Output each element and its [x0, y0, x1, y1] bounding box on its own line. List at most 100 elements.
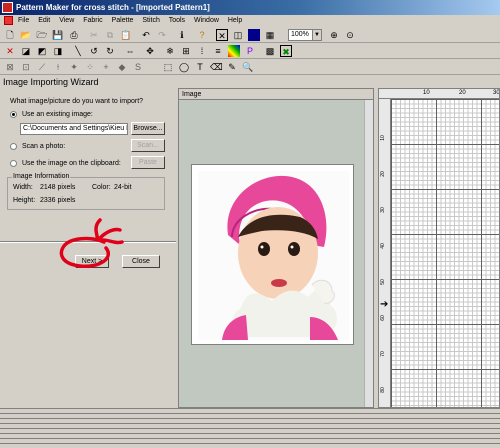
eraser-icon[interactable]: ⌫	[210, 61, 223, 73]
height-value: 2336 pixels	[40, 197, 76, 204]
ruler-tick: 30	[379, 207, 386, 213]
row-marker-arrow-icon: ➔	[380, 299, 389, 310]
help-icon[interactable]: ?	[196, 29, 208, 41]
lasso-icon[interactable]: ◯	[178, 61, 190, 73]
drawing-toolbar: ⊠ ⊡ ⟋ ⟊ ✦ ⁘ + ◆ S ⬚ ◯ T ⌫ ✎ 🔍	[0, 59, 500, 75]
zoom-value: 100%	[291, 31, 309, 38]
fill-cross-icon[interactable]: ⊠	[4, 61, 16, 73]
ruler-left: 10 20 30 40 50 60 70 80 ➔	[379, 99, 391, 407]
pan-icon[interactable]: ✥	[144, 45, 156, 57]
document-icon[interactable]	[4, 15, 13, 25]
knot-icon[interactable]: ⁘	[84, 61, 96, 73]
view-symbols-icon[interactable]: ▦	[264, 29, 276, 41]
undo-icon[interactable]: ↶	[140, 29, 152, 41]
magnifier-icon[interactable]: 🔍	[242, 61, 254, 73]
paste-button[interactable]: Paste	[131, 156, 165, 169]
snake-icon[interactable]: S	[132, 61, 144, 73]
pattern-keys-icon[interactable]: P	[244, 45, 256, 57]
mirror-icon[interactable]: ⇔	[124, 45, 136, 57]
open-pattern-icon[interactable]: 🗁	[36, 29, 48, 41]
quarter-stitch-icon[interactable]: ◩	[36, 45, 48, 57]
ruler-tick: 10	[379, 135, 386, 141]
color-square-icon[interactable]: ▩	[264, 45, 276, 57]
print-icon[interactable]: ⎙	[68, 29, 80, 41]
save-icon[interactable]: 💾	[52, 29, 64, 41]
menu-edit[interactable]: Edit	[38, 17, 50, 24]
text-icon[interactable]: T	[194, 61, 206, 73]
menu-stitch[interactable]: Stitch	[142, 17, 160, 24]
wizard-title: Image Importing Wizard	[3, 77, 99, 87]
eyedropper-icon[interactable]: ✎	[226, 61, 238, 73]
snowflake-icon[interactable]: ❄	[164, 45, 176, 57]
image-panel-title: Image	[179, 89, 373, 100]
window-titlebar: Pattern Maker for cross stitch - [Import…	[0, 0, 500, 15]
close-button[interactable]: Close	[122, 255, 160, 268]
plus-icon[interactable]: +	[100, 61, 112, 73]
stitch-toolbar: ✕ ◪ ◩ ◨ ╲ ↺ ↻ ⇔ ✥ ❄ ⊞ ⁞ ≡ P ▩ ✖	[0, 43, 500, 59]
imported-photo	[191, 164, 354, 345]
half-stitch-icon[interactable]: ◪	[20, 45, 32, 57]
star-icon[interactable]: ✦	[68, 61, 80, 73]
copy-icon[interactable]: ⧉	[104, 29, 116, 41]
paste-icon[interactable]: 📋	[120, 29, 132, 41]
menu-tools[interactable]: Tools	[169, 17, 185, 24]
cross-select-icon[interactable]: ✖	[280, 45, 292, 57]
view-blocks-icon[interactable]	[248, 29, 260, 41]
redo-icon[interactable]: ↷	[156, 29, 168, 41]
chevron-down-icon[interactable]: ▼	[312, 30, 321, 40]
select-rect-icon[interactable]: ⬚	[162, 61, 174, 73]
radio-clipboard[interactable]	[10, 160, 17, 167]
menu-view[interactable]: View	[59, 17, 74, 24]
menu-palette[interactable]: Palette	[112, 17, 134, 24]
scan-photo-label: Scan a photo:	[22, 143, 66, 150]
ruler-tick: 30	[493, 90, 500, 96]
rotate-right-icon[interactable]: ↻	[104, 45, 116, 57]
scan-button[interactable]: Scan...	[131, 139, 165, 152]
half-fill-icon[interactable]: ⊡	[20, 61, 32, 73]
dots-icon[interactable]: ⁞	[196, 45, 208, 57]
zoom-in-icon[interactable]: ⊕	[328, 29, 340, 41]
view-pattern-icon[interactable]: ◫	[232, 29, 244, 41]
cut-icon[interactable]: ✂	[88, 29, 100, 41]
menu-file[interactable]: File	[18, 17, 29, 24]
ruler-tick: 50	[379, 279, 386, 285]
backstitch-icon[interactable]: ╲	[72, 45, 84, 57]
ruler-tick: 10	[423, 90, 430, 96]
info-icon[interactable]: ℹ	[176, 29, 188, 41]
color-label: Color:	[92, 184, 111, 191]
palette-icon[interactable]	[228, 45, 240, 57]
image-path-input[interactable]: C:\Documents and Settings\Kieu Ph	[20, 123, 128, 135]
app-icon	[2, 2, 13, 13]
menu-window[interactable]: Window	[194, 17, 219, 24]
cross-stitch-icon[interactable]: ✕	[216, 29, 228, 41]
ruler-tick: 40	[379, 243, 386, 249]
red-circle-annotation	[59, 218, 124, 268]
zoom-fit-icon[interactable]: ⊙	[344, 29, 356, 41]
width-label: Width:	[13, 184, 33, 191]
anchor-icon[interactable]: ⟊	[52, 61, 64, 73]
image-scrollbar[interactable]	[364, 100, 373, 407]
diamond-icon[interactable]: ◆	[116, 61, 128, 73]
clipboard-label: Use the image on the clipboard:	[22, 160, 121, 167]
menu-help[interactable]: Help	[228, 17, 242, 24]
diagonal-icon[interactable]: ⟋	[36, 61, 48, 73]
ruler-top: 10 20 30	[379, 89, 500, 99]
menu-fabric[interactable]: Fabric	[83, 17, 102, 24]
standard-toolbar: 🗋 📂 🗁 💾 ⎙ ✂ ⧉ 📋 ↶ ↷ ℹ ? ✕ ◫ ▦ 100% ▼ ⊕ ⊙	[0, 27, 500, 43]
radio-existing-image[interactable]	[10, 111, 17, 118]
pattern-grid[interactable]: 10 20 30 10 20 30 40 50 60 70 80 ➔	[378, 88, 500, 408]
lines-icon[interactable]: ≡	[212, 45, 224, 57]
full-stitch-icon[interactable]: ✕	[4, 45, 16, 57]
grid-icon[interactable]: ⊞	[180, 45, 192, 57]
stitch-grid-canvas[interactable]	[391, 99, 499, 407]
zoom-select[interactable]: 100% ▼	[288, 29, 322, 41]
open-folder-icon[interactable]: 📂	[20, 29, 32, 41]
radio-scan-photo[interactable]	[10, 143, 17, 150]
ruler-tick: 80	[379, 387, 386, 393]
three-quarter-stitch-icon[interactable]: ◨	[52, 45, 64, 57]
image-preview-panel: Image	[178, 88, 374, 408]
rotate-left-icon[interactable]: ↺	[88, 45, 100, 57]
new-file-icon[interactable]: 🗋	[4, 29, 16, 41]
browse-button[interactable]: Browse...	[131, 122, 165, 135]
existing-image-label: Use an existing image:	[22, 111, 93, 118]
